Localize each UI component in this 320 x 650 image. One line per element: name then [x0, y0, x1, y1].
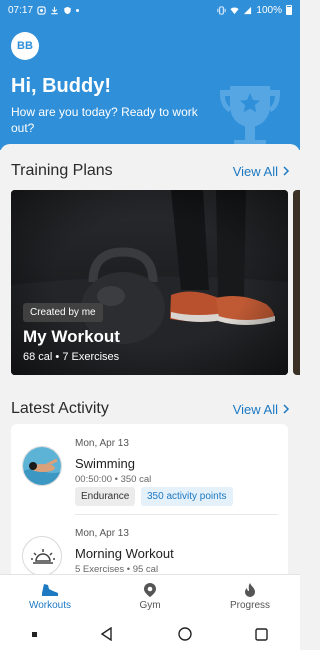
training-plans-header: Training Plans View All — [11, 162, 290, 180]
more-dot-icon — [76, 8, 80, 12]
chevron-right-icon — [283, 404, 290, 414]
plan-name: My Workout — [23, 327, 120, 346]
nav-progress-label: Progress — [229, 600, 270, 611]
battery-percent: 100% — [256, 4, 282, 16]
nav-gym-label: Gym — [139, 600, 161, 611]
status-bar: 07:17 100% — [0, 0, 300, 20]
trophy-icon — [220, 86, 280, 150]
activity-item-morning-workout[interactable]: Mon, Apr 13 Morning Workout 5 Exercises … — [11, 514, 288, 574]
training-plan-card-next[interactable] — [293, 190, 300, 375]
notification-icon — [37, 5, 46, 15]
latest-activity-header: Latest Activity View All — [11, 400, 290, 418]
activity-title: Swimming — [75, 456, 135, 471]
subtitle: How are you today? Ready to work out? — [11, 105, 198, 135]
view-all-label: View All — [232, 163, 278, 179]
chevron-right-icon — [283, 166, 290, 176]
battery-icon — [286, 5, 292, 15]
sunrise-icon — [22, 536, 62, 574]
plan-meta: 68 cal • 7 Exercises — [23, 351, 120, 363]
nav-workouts-label: Workouts — [28, 600, 72, 611]
nav-progress[interactable]: Progress — [200, 575, 300, 618]
vibrate-icon — [217, 5, 226, 15]
latest-activity-title: Latest Activity — [11, 400, 109, 417]
activity-item-swimming[interactable]: Mon, Apr 13 Swimming 00:50:00 • 350 cal … — [11, 424, 288, 512]
swimmer-photo — [22, 446, 62, 486]
wifi-icon — [230, 7, 239, 14]
header: BB Hi, Buddy! How are you today? Ready t… — [0, 20, 300, 150]
nav-workouts[interactable]: Workouts — [0, 575, 100, 618]
bottom-nav: Workouts Gym Progress — [0, 574, 300, 618]
main-content: Training Plans View All Created by me My… — [0, 144, 300, 574]
nav-gym[interactable]: Gym — [100, 575, 200, 618]
download-icon — [51, 6, 58, 14]
activity-meta: 5 Exercises • 95 cal — [75, 564, 159, 574]
activity-date: Mon, Apr 13 — [75, 528, 129, 539]
avatar[interactable]: BB — [11, 32, 39, 60]
activity-list: Mon, Apr 13 Swimming 00:50:00 • 350 cal … — [11, 424, 288, 574]
activity-date: Mon, Apr 13 — [75, 438, 129, 449]
shield-icon — [64, 6, 71, 14]
back-icon[interactable] — [100, 627, 114, 641]
shoe-icon — [42, 584, 58, 596]
home-icon[interactable] — [178, 627, 192, 641]
kettlebell-photo — [11, 190, 288, 375]
training-plans-view-all-button[interactable]: View All — [233, 164, 290, 179]
status-time: 07:17 — [8, 4, 34, 16]
activity-title: Morning Workout — [75, 546, 174, 561]
system-nav-bar — [0, 618, 300, 650]
training-plans-title: Training Plans — [11, 162, 113, 179]
overview-icon[interactable] — [255, 627, 268, 641]
view-all-label: View All — [232, 401, 278, 417]
flame-icon — [245, 583, 255, 597]
recents-dot-icon[interactable] — [31, 631, 37, 637]
activity-meta: 00:50:00 • 350 cal — [75, 474, 152, 485]
activity-points-tag: 350 activity points — [141, 487, 233, 506]
greeting: Hi, Buddy! — [11, 75, 111, 97]
location-pin-icon — [144, 583, 156, 597]
activity-tag: Endurance — [75, 487, 136, 506]
latest-activity-view-all-button[interactable]: View All — [233, 402, 290, 417]
signal-icon — [244, 6, 252, 14]
training-plan-card[interactable]: Created by me My Workout 68 cal • 7 Exer… — [11, 190, 288, 375]
created-by-badge: Created by me — [23, 303, 103, 322]
